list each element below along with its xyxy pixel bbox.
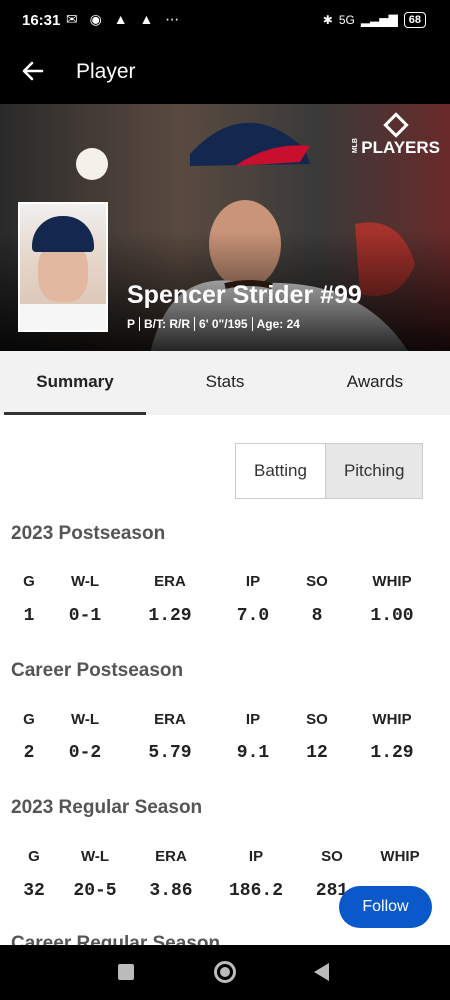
stat-header: G [28, 848, 40, 865]
batting-pitching-toggle: Batting Pitching [235, 443, 424, 499]
batting-toggle-button[interactable]: Batting [235, 443, 326, 499]
stat-value: 20-5 [73, 881, 117, 901]
stat-value: 0-1 [68, 606, 102, 626]
stat-value: 1.29 [148, 606, 192, 626]
pitching-toggle-button[interactable]: Pitching [325, 443, 424, 499]
section-title: 2023 Regular Season [11, 797, 203, 818]
tab-awards[interactable]: Awards [300, 351, 450, 415]
tab-bar: Summary Stats Awards [0, 351, 450, 415]
status-bar: 16:31 ✉ ◉ ▲ ▲ ⋯ ✱ 5G ▂▃▅▇ 68 [0, 0, 450, 42]
player-bats-throws: B/T: R/R [139, 317, 194, 331]
stat-header: W-L [80, 848, 110, 865]
player-name: Spencer Strider #99 [127, 281, 362, 309]
section-title: Career Postseason [11, 660, 184, 681]
stat-value: 1 [23, 606, 35, 626]
stat-header: WHIP [372, 573, 412, 590]
summary-content: Batting Pitching 2023 Postseason G W-L E… [0, 415, 450, 945]
stat-value: 1.29 [370, 743, 414, 763]
page-title: Player [76, 60, 136, 83]
system-nav-bar [0, 945, 450, 1000]
section-title: 2023 Postseason [11, 523, 166, 544]
stat-value: 8 [311, 606, 323, 626]
stat-header: SO [306, 573, 328, 590]
battery-icon: 68 [403, 12, 426, 28]
app-bar: Player [0, 42, 450, 104]
back-triangle-icon[interactable] [314, 963, 329, 981]
stat-header: ERA [154, 573, 186, 590]
stat-value: 3.86 [149, 881, 193, 901]
stat-header: IP [245, 573, 261, 590]
stat-header: WHIP [380, 848, 420, 865]
stat-value: 1.00 [370, 606, 414, 626]
stat-value: 0-2 [68, 743, 102, 763]
stat-value: 32 [23, 881, 45, 901]
stat-header: WHIP [372, 711, 412, 728]
network-label: 5G [338, 13, 355, 27]
stat-header: ERA [155, 848, 187, 865]
stat-header: W-L [70, 711, 100, 728]
stat-value: 7.0 [236, 606, 270, 626]
player-info: P B/T: R/R 6' 0"/195 Age: 24 [127, 317, 304, 331]
player-headshot [18, 202, 108, 332]
player-position: P [127, 317, 136, 331]
stat-header: G [23, 573, 35, 590]
stat-header: ERA [154, 711, 186, 728]
tab-stats[interactable]: Stats [150, 351, 300, 415]
home-icon[interactable] [214, 961, 236, 983]
player-height-weight: 6' 0"/195 [194, 317, 252, 331]
bluetooth-icon: ✱ [322, 13, 333, 27]
stat-value: 2 [23, 743, 35, 763]
stat-header: SO [306, 711, 328, 728]
stat-value: 186.2 [228, 881, 284, 901]
stat-header: SO [321, 848, 343, 865]
stat-header: W-L [70, 573, 100, 590]
back-arrow-icon[interactable] [18, 56, 48, 86]
tab-summary[interactable]: Summary [0, 351, 150, 415]
recents-icon[interactable] [118, 964, 134, 980]
stat-value: 5.79 [148, 743, 192, 763]
section-title: Career Regular Season [11, 933, 221, 945]
notification-icons: ✉ ◉ ▲ ▲ ⋯ [66, 11, 184, 27]
stat-value: 9.1 [236, 743, 270, 763]
stat-header: IP [248, 848, 264, 865]
system-icons: ✱ 5G ▂▃▅▇ 68 [323, 12, 426, 28]
stat-header: IP [245, 711, 261, 728]
status-time: 16:31 [22, 12, 61, 29]
stat-header: G [23, 711, 35, 728]
follow-button[interactable]: Follow [339, 886, 432, 928]
player-age: Age: 24 [251, 317, 304, 331]
mlb-players-logo: MLB PLAYERS [352, 112, 440, 158]
players-logo-icon [383, 112, 409, 138]
signal-icon: ▂▃▅▇ [360, 13, 398, 27]
stat-value: 12 [306, 743, 328, 763]
